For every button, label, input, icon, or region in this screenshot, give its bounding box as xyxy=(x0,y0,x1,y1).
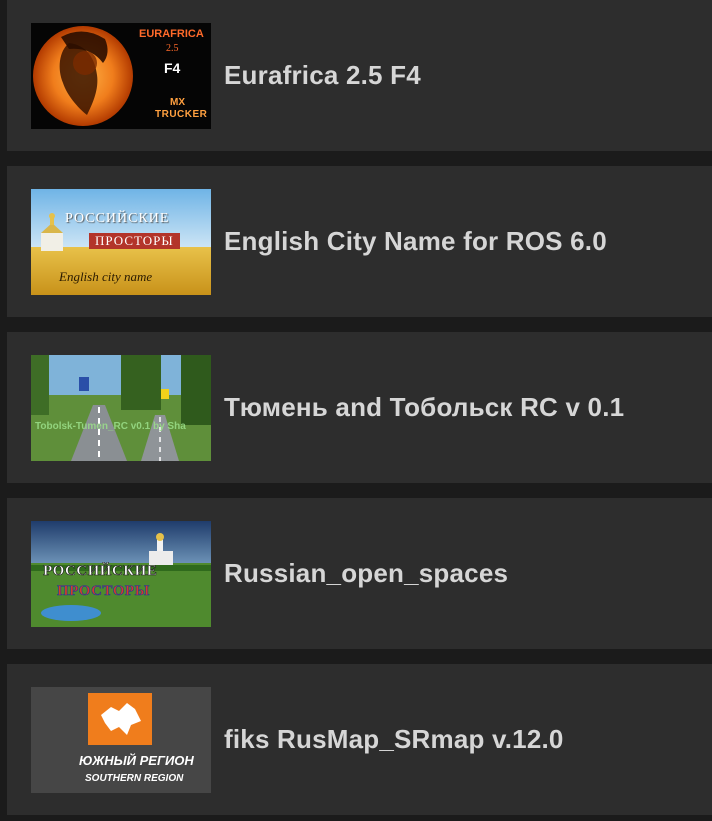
mod-thumbnail[interactable]: Tobolsk-Tumen_RC v0.1 by Sha xyxy=(31,354,211,461)
mod-thumbnail[interactable]: ЮЖНЫЙ РЕГИОН SOUTHERN REGION xyxy=(31,686,211,793)
mod-thumbnail[interactable]: EURAFRICA 2.5 F4 MX TRUCKER xyxy=(31,22,211,129)
thumb-line2: 2.5 xyxy=(166,42,179,54)
list-item[interactable]: РОССИЙСКИЕ ПРОСТОРЫ English city name En… xyxy=(7,166,712,317)
thumb-line3: F4 xyxy=(164,59,181,76)
mod-title[interactable]: Тюмень and Тобольск RC v 0.1 xyxy=(224,392,624,423)
mod-title[interactable]: English City Name for ROS 6.0 xyxy=(224,226,607,257)
thumb-line2: ПРОСТОРЫ xyxy=(57,582,150,599)
mod-title[interactable]: Russian_open_spaces xyxy=(224,558,508,589)
thumb-line1: Tobolsk-Tumen_RC v0.1 by Sha xyxy=(35,420,186,432)
thumb-line2: SOUTHERN REGION xyxy=(85,772,184,784)
list-item[interactable]: РОССИЙСКИЕ ПРОСТОРЫ Russian_open_spaces xyxy=(7,498,712,649)
thumb-line1: РОССИЙСКИЕ xyxy=(65,210,170,226)
thumb-line1: ЮЖНЫЙ РЕГИОН xyxy=(79,752,194,768)
road-collage-thumbnail-art xyxy=(31,354,211,461)
list-item[interactable]: EURAFRICA 2.5 F4 MX TRUCKER Eurafrica 2.… xyxy=(7,0,712,151)
thumb-logo1: MX xyxy=(170,96,185,108)
mod-list: EURAFRICA 2.5 F4 MX TRUCKER Eurafrica 2.… xyxy=(0,0,712,821)
thumb-line1: EURAFRICA xyxy=(139,27,204,40)
list-item[interactable]: Tobolsk-Tumen_RC v0.1 by Sha Тюмень and … xyxy=(7,332,712,483)
thumb-line2: ПРОСТОРЫ xyxy=(89,232,180,249)
thumb-logo2: TRUCKER xyxy=(155,108,208,120)
thumb-line3: English city name xyxy=(59,268,153,284)
mod-thumbnail[interactable]: РОССИЙСКИЕ ПРОСТОРЫ English city name xyxy=(31,188,211,295)
mod-title[interactable]: Eurafrica 2.5 F4 xyxy=(224,60,421,91)
mod-thumbnail[interactable]: РОССИЙСКИЕ ПРОСТОРЫ xyxy=(31,520,211,627)
thumb-line1: РОССИЙСКИЕ xyxy=(43,562,158,579)
list-item[interactable]: ЮЖНЫЙ РЕГИОН SOUTHERN REGION fiks RusMap… xyxy=(7,664,712,815)
mod-title[interactable]: fiks RusMap_SRmap v.12.0 xyxy=(224,724,564,755)
